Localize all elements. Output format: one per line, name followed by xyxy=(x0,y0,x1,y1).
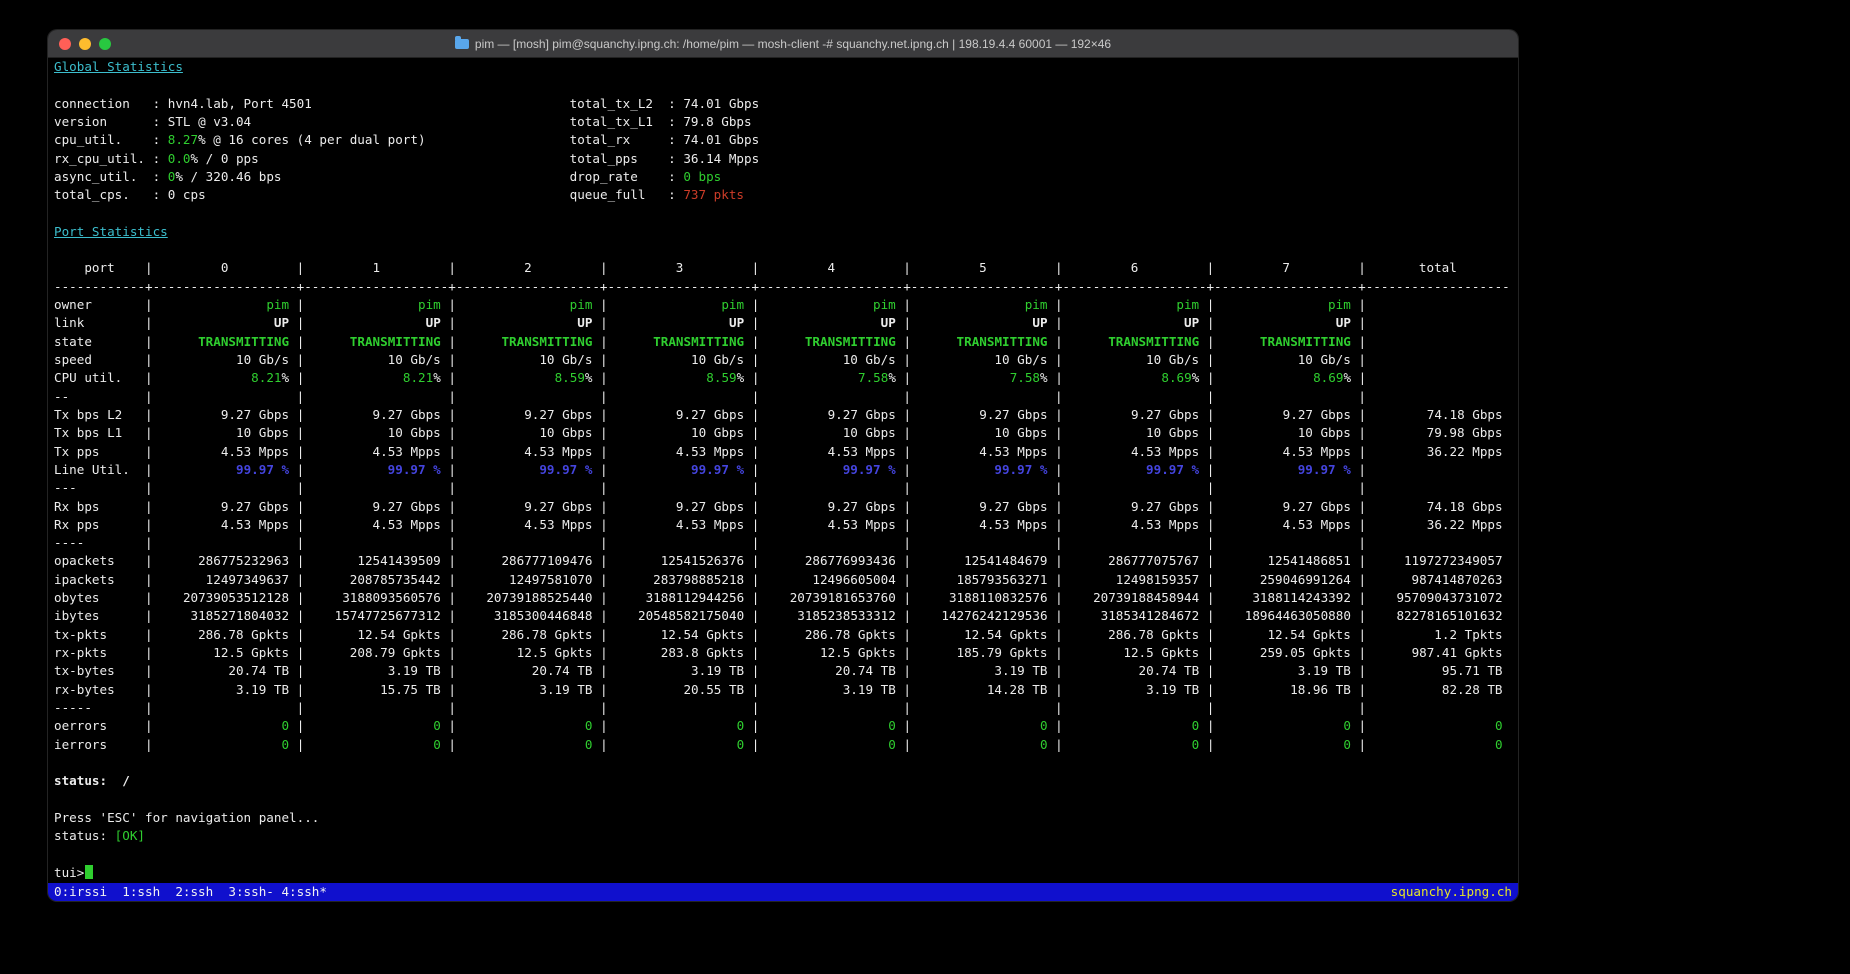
blank-line xyxy=(54,845,1512,863)
tmux-hostname: squanchy.ipng.ch xyxy=(1391,883,1512,901)
table-divider-row: ----- | | | | | | | | | xyxy=(54,699,1512,717)
terminal-window: pim — [mosh] pim@squanchy.ipng.ch: /home… xyxy=(48,30,1518,901)
folder-icon xyxy=(455,39,469,49)
table-row-rx-bytes: rx-bytes | 3.19 TB | 15.75 TB | 3.19 TB … xyxy=(54,681,1512,699)
table-row-owner: owner | pim | pim | pim | pim | pim | pi… xyxy=(54,296,1512,314)
table-row-oerrors: oerrors | 0 | 0 | 0 | 0 | 0 | 0 | 0 | 0 … xyxy=(54,717,1512,735)
prompt-line[interactable]: tui> xyxy=(54,864,1512,882)
global-stat-row-cpuutil: cpu_util. : 8.27% @ 16 cores (4 per dual… xyxy=(54,131,1512,149)
table-row-tx-bps-l2: Tx bps L2 | 9.27 Gbps | 9.27 Gbps | 9.27… xyxy=(54,406,1512,424)
blank-line xyxy=(54,241,1512,259)
global-stat-row-rxcpuutil: rx_cpu_util. : 0.0% / 0 pps total_pps : … xyxy=(54,150,1512,168)
table-row-link: link | UP | UP | UP | UP | UP | UP | UP … xyxy=(54,314,1512,332)
window-title-group: pim — [mosh] pim@squanchy.ipng.ch: /home… xyxy=(455,37,1111,51)
table-row-rx-pps: Rx pps | 4.53 Mpps | 4.53 Mpps | 4.53 Mp… xyxy=(54,516,1512,534)
terminal-screen[interactable]: Global Statistics connection : hvn4.lab, … xyxy=(48,58,1518,883)
blank-line xyxy=(54,791,1512,809)
terminal-cursor[interactable] xyxy=(85,865,93,879)
table-divider-row: ---- | | | | | | | | | xyxy=(54,534,1512,552)
table-row-cpu-util-: CPU util. | 8.21% | 8.21% | 8.59% | 8.59… xyxy=(54,369,1512,387)
status-spinner-line: status: / xyxy=(54,772,1512,790)
blank-line xyxy=(54,76,1512,94)
zoom-button[interactable] xyxy=(99,38,111,50)
esc-hint-line: Press 'ESC' for navigation panel... xyxy=(54,809,1512,827)
global-stat-row-totalcps: total_cps. : 0 cps queue_full : 737 pkts xyxy=(54,186,1512,204)
blank-line xyxy=(54,754,1512,772)
table-row-rx-bps: Rx bps | 9.27 Gbps | 9.27 Gbps | 9.27 Gb… xyxy=(54,498,1512,516)
table-row-tx-pkts: tx-pkts | 286.78 Gpkts | 12.54 Gpkts | 2… xyxy=(54,626,1512,644)
table-row-ipackets: ipackets | 12497349637 | 208785735442 | … xyxy=(54,571,1512,589)
port-stats-heading: Port Statistics xyxy=(54,223,1512,241)
table-row-line-util-: Line Util. | 99.97 % | 99.97 % | 99.97 %… xyxy=(54,461,1512,479)
global-stats-heading: Global Statistics xyxy=(54,58,1512,76)
status-ok-line: status: [OK] xyxy=(54,827,1512,845)
close-button[interactable] xyxy=(59,38,71,50)
table-row-obytes: obytes | 20739053512128 | 3188093560576 … xyxy=(54,589,1512,607)
global-stat-row-asyncutil: async_util. : 0% / 320.46 bps drop_rate … xyxy=(54,168,1512,186)
blank-line xyxy=(54,205,1512,223)
table-separator-row: ------------+-------------------+-------… xyxy=(54,278,1512,296)
minimize-button[interactable] xyxy=(79,38,91,50)
table-divider-row: -- | | | | | | | | | xyxy=(54,388,1512,406)
table-row-speed: speed | 10 Gb/s | 10 Gb/s | 10 Gb/s | 10… xyxy=(54,351,1512,369)
table-row-ibytes: ibytes | 3185271804032 | 15747725677312 … xyxy=(54,607,1512,625)
tmux-window-list: 0:irssi 1:ssh 2:ssh 3:ssh- 4:ssh* xyxy=(54,883,327,901)
table-row-tx-bps-l1: Tx bps L1 | 10 Gbps | 10 Gbps | 10 Gbps … xyxy=(54,424,1512,442)
table-row-ierrors: ierrors | 0 | 0 | 0 | 0 | 0 | 0 | 0 | 0 … xyxy=(54,736,1512,754)
table-row-state: state | TRANSMITTING | TRANSMITTING | TR… xyxy=(54,333,1512,351)
global-stat-row-version: version : STL @ v3.04 total_tx_L1 : 79.8… xyxy=(54,113,1512,131)
table-header-row: port | 0 | 1 | 2 | 3 | 4 | 5 | 6 | 7 | t… xyxy=(54,259,1512,277)
tmux-status-bar: 0:irssi 1:ssh 2:ssh 3:ssh- 4:ssh* squanc… xyxy=(48,883,1518,901)
table-row-opackets: opackets | 286775232963 | 12541439509 | … xyxy=(54,552,1512,570)
window-controls xyxy=(59,38,111,50)
window-titlebar[interactable]: pim — [mosh] pim@squanchy.ipng.ch: /home… xyxy=(48,30,1518,58)
window-title: pim — [mosh] pim@squanchy.ipng.ch: /home… xyxy=(475,37,1111,51)
global-stat-row-connection: connection : hvn4.lab, Port 4501 total_t… xyxy=(54,95,1512,113)
table-row-rx-pkts: rx-pkts | 12.5 Gpkts | 208.79 Gpkts | 12… xyxy=(54,644,1512,662)
table-row-tx-bytes: tx-bytes | 20.74 TB | 3.19 TB | 20.74 TB… xyxy=(54,662,1512,680)
table-divider-row: --- | | | | | | | | | xyxy=(54,479,1512,497)
desktop: pim — [mosh] pim@squanchy.ipng.ch: /home… xyxy=(0,0,1850,974)
table-row-tx-pps: Tx pps | 4.53 Mpps | 4.53 Mpps | 4.53 Mp… xyxy=(54,443,1512,461)
